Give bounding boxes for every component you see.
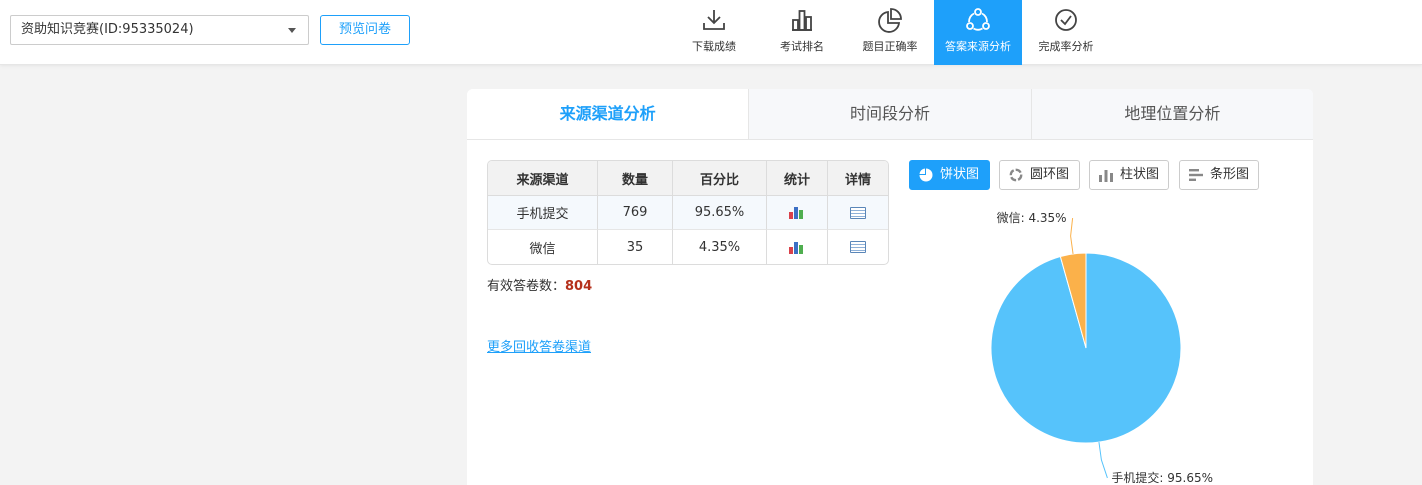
pie-leader-line <box>1098 442 1108 479</box>
tool-exam-ranking[interactable]: 考试排名 <box>758 0 846 65</box>
header-channel: 来源渠道 <box>488 161 598 196</box>
valid-response-count: 有效答卷数：804 <box>487 275 592 294</box>
header-count: 数量 <box>598 161 673 196</box>
pie-icon <box>919 168 933 182</box>
cell-count: 35 <box>598 230 673 264</box>
pie-slice-label: 微信: 4.35% <box>997 211 1067 225</box>
tool-label: 答案来源分析 <box>945 40 1011 53</box>
analysis-tool-nav: 下载成绩 考试排名 题目正确率 答案来源分析 完成率分析 <box>670 0 1110 65</box>
chart-type-label: 圆环图 <box>1030 167 1070 182</box>
dropdown-arrow-icon <box>288 28 296 33</box>
pie-slice-label: 手机提交: 95.65% <box>1111 470 1213 485</box>
survey-select[interactable]: 资助知识竞赛(ID:95335024) <box>10 15 309 45</box>
detail-list-icon[interactable] <box>850 206 866 219</box>
chart-type-label: 饼状图 <box>940 167 980 182</box>
table-row: 手机提交 769 95.65% <box>488 196 888 230</box>
top-toolbar: 资助知识竞赛(ID:95335024) 预览问卷 下载成绩 考试排名 题目正确率 <box>0 0 1422 65</box>
analysis-tabs: 来源渠道分析 时间段分析 地理位置分析 <box>467 89 1313 140</box>
cell-count: 769 <box>598 196 673 230</box>
tab-source-channel[interactable]: 来源渠道分析 <box>467 89 749 139</box>
table-header-row: 来源渠道 数量 百分比 统计 详情 <box>488 161 888 196</box>
chart-type-column-button[interactable]: 柱状图 <box>1089 160 1169 190</box>
chart-type-donut-button[interactable]: 圆环图 <box>999 160 1080 190</box>
valid-count-value: 804 <box>565 279 593 294</box>
survey-select-value: 资助知识竞赛(ID:95335024) <box>21 22 194 37</box>
header-percent: 百分比 <box>673 161 767 196</box>
tool-label: 下载成绩 <box>692 40 736 53</box>
cell-stats <box>767 196 828 230</box>
tool-completion-rate[interactable]: 完成率分析 <box>1022 0 1110 65</box>
download-icon <box>703 10 725 30</box>
cell-channel: 微信 <box>488 230 598 264</box>
share-nodes-icon <box>966 8 990 31</box>
analysis-card: 来源渠道分析 时间段分析 地理位置分析 来源渠道 数量 百分比 统计 详情 手机… <box>467 89 1313 485</box>
tool-download-scores[interactable]: 下载成绩 <box>670 0 758 65</box>
chart-type-label: 柱状图 <box>1120 167 1160 182</box>
cell-percent: 4.35% <box>673 230 767 264</box>
more-channels-link[interactable]: 更多回收答卷渠道 <box>487 336 591 355</box>
column-chart-icon <box>1099 170 1113 182</box>
donut-icon <box>1009 168 1023 182</box>
valid-count-label: 有效答卷数： <box>487 279 566 294</box>
pie-chart-icon <box>878 8 902 33</box>
detail-list-icon[interactable] <box>850 241 866 253</box>
cell-channel: 手机提交 <box>488 196 598 230</box>
chart-type-pie-button[interactable]: 饼状图 <box>909 160 990 190</box>
cell-percent: 95.65% <box>673 196 767 230</box>
header-stats: 统计 <box>767 161 828 196</box>
stats-chart-icon[interactable] <box>789 241 805 254</box>
tool-label: 完成率分析 <box>1038 40 1094 53</box>
tool-question-accuracy[interactable]: 题目正确率 <box>846 0 934 65</box>
check-circle-icon <box>1055 9 1077 31</box>
tab-geo-location[interactable]: 地理位置分析 <box>1030 89 1313 139</box>
cell-detail <box>828 196 888 230</box>
cell-detail <box>828 230 888 264</box>
tool-label: 题目正确率 <box>862 40 918 53</box>
header-detail: 详情 <box>828 161 888 196</box>
preview-survey-button[interactable]: 预览问卷 <box>320 15 410 45</box>
source-channel-table: 来源渠道 数量 百分比 统计 详情 手机提交 769 95.65% 微信 35 … <box>487 160 889 265</box>
source-pie-chart: 手机提交: 95.65% 微信: 4.35% <box>990 211 1213 485</box>
tool-answer-source-analysis[interactable]: 答案来源分析 <box>934 0 1022 65</box>
tool-label: 考试排名 <box>780 40 824 53</box>
bar-chart-icon <box>1189 169 1203 181</box>
pie-leader-line <box>1070 217 1074 254</box>
chart-type-label: 条形图 <box>1210 167 1250 182</box>
cell-stats <box>767 230 828 264</box>
stats-chart-icon[interactable] <box>789 206 805 219</box>
chart-type-bar-button[interactable]: 条形图 <box>1179 160 1259 190</box>
table-row: 微信 35 4.35% <box>488 230 888 264</box>
tab-time-period[interactable]: 时间段分析 <box>748 89 1031 139</box>
ranking-icon <box>792 10 812 31</box>
